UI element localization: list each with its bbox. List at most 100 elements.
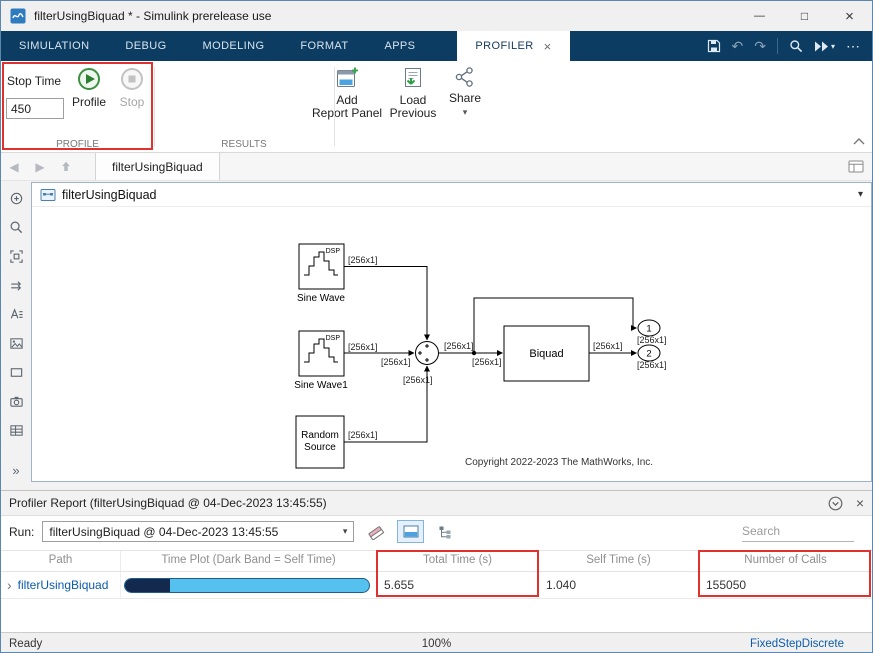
run-label: Run: (9, 525, 34, 539)
window-title: filterUsingBiquad * - Simulink prereleas… (34, 9, 271, 23)
block-sine-wave1[interactable]: DSP Sine Wave1 (294, 331, 348, 391)
document-tab[interactable]: filterUsingBiquad (95, 153, 220, 180)
block-biquad[interactable]: Biquad (504, 326, 589, 381)
ribbon: Stop Time Profile Stop PROFILE (1, 61, 872, 153)
svg-text:2: 2 (646, 349, 651, 360)
signal-wires[interactable] (344, 267, 637, 443)
block-label: Sine Wave1 (294, 380, 348, 391)
tab-format[interactable]: FORMAT (282, 31, 366, 61)
search-icon[interactable] (789, 39, 803, 53)
undo-icon[interactable]: ↶ (732, 39, 744, 53)
breadcrumb-model-name[interactable]: filterUsingBiquad (62, 188, 157, 202)
tab-profiler-label: PROFILER (475, 40, 533, 52)
fit-to-view-icon[interactable] (8, 248, 24, 264)
block-sum[interactable] (416, 342, 439, 365)
column-header-path[interactable]: Path (1, 551, 121, 571)
image-icon[interactable] (8, 335, 24, 351)
self-time-cell: 1.040 (539, 572, 699, 598)
expand-tree-button[interactable] (432, 520, 459, 543)
pan-icon[interactable]: ⇉ (8, 277, 24, 293)
collapse-panel-icon[interactable] (828, 496, 843, 511)
status-zoom-level: 100% (422, 638, 451, 650)
titlebar: filterUsingBiquad * - Simulink prereleas… (1, 1, 872, 31)
save-icon[interactable] (707, 39, 721, 53)
maximize-button[interactable]: □ (782, 1, 827, 31)
navigate-forward-button[interactable]: ▶ (27, 153, 53, 180)
block-outport-2[interactable]: 2 (638, 345, 660, 361)
tab-simulation[interactable]: SIMULATION (1, 31, 107, 61)
collapse-ribbon-icon[interactable] (853, 134, 865, 148)
row-expander-icon[interactable]: › (7, 578, 12, 592)
tab-debug[interactable]: DEBUG (107, 31, 184, 61)
svg-text:Biquad: Biquad (529, 348, 563, 360)
zoom-region-icon[interactable] (8, 190, 24, 206)
clear-results-button[interactable] (362, 520, 389, 543)
branch-point (472, 351, 476, 355)
add-report-panel-button[interactable]: AddReport Panel (315, 66, 379, 120)
svg-text:DSP: DSP (326, 248, 341, 255)
search-input[interactable] (742, 522, 854, 542)
copyright-annotation[interactable]: Copyright 2022-2023 The MathWorks, Inc. (465, 457, 653, 468)
status-solver-link[interactable]: FixedStepDiscrete (750, 638, 844, 650)
close-panel-icon[interactable]: × (856, 496, 864, 510)
column-header-number-of-calls[interactable]: Number of Calls (699, 551, 872, 571)
more-options-icon[interactable]: ⋯ (846, 39, 860, 53)
tab-close-icon[interactable]: × (544, 40, 552, 53)
breadcrumb-bar: filterUsingBiquad ▾ (32, 183, 871, 207)
load-previous-button[interactable]: LoadPrevious (383, 66, 443, 120)
shape-rect-icon[interactable] (8, 364, 24, 380)
share-dropdown-icon[interactable]: ▾ (463, 109, 468, 116)
table-icon[interactable] (8, 422, 24, 438)
dock-report-button[interactable] (397, 520, 424, 543)
breadcrumb-dropdown-icon[interactable]: ▾ (858, 189, 863, 200)
profile-section-title: PROFILE (1, 139, 154, 150)
column-header-self-time[interactable]: Self Time (s) (539, 551, 699, 571)
navigate-up-button[interactable] (53, 153, 79, 180)
tab-modeling[interactable]: MODELING (185, 31, 283, 61)
svg-text:[256x1]: [256x1] (381, 357, 411, 367)
share-button[interactable]: Share ▾ (445, 66, 485, 116)
column-header-total-time[interactable]: Total Time (s) (377, 551, 539, 571)
svg-text:[256x1]: [256x1] (348, 342, 378, 352)
annotation-icon[interactable] (8, 306, 24, 322)
zoom-icon[interactable] (8, 219, 24, 235)
share-label: Share (449, 92, 481, 105)
status-ready: Ready (9, 638, 42, 650)
profile-button[interactable]: Profile (65, 66, 113, 109)
svg-text:[256x1]: [256x1] (348, 255, 378, 265)
svg-text:DSP: DSP (326, 335, 341, 342)
ribbon-section-results: AddReport Panel LoadPrevious Share ▾ RES… (155, 61, 333, 152)
profiler-panel-title: Profiler Report (filterUsingBiquad @ 04-… (9, 496, 327, 510)
run-select[interactable]: filterUsingBiquad @ 04-Dec-2023 13:45:55… (42, 521, 354, 542)
path-link[interactable]: filterUsingBiquad (18, 578, 109, 592)
editor-layout-icon[interactable] (848, 153, 872, 180)
step-forward-icon[interactable]: ▾ (814, 40, 835, 53)
navigate-back-button[interactable]: ◀ (1, 153, 27, 180)
tab-apps[interactable]: APPS (366, 31, 433, 61)
chevron-down-icon[interactable]: ▾ (831, 42, 835, 51)
window-controls: — □ × (737, 1, 872, 31)
tab-profiler[interactable]: PROFILER × (457, 31, 569, 61)
block-outport-1[interactable]: 1 (638, 320, 660, 336)
simulink-logo-icon (10, 8, 26, 24)
block-random-source[interactable]: Random Source (296, 416, 344, 468)
close-button[interactable]: × (827, 1, 872, 31)
minimize-button[interactable]: — (737, 1, 782, 31)
column-header-time-plot[interactable]: Time Plot (Dark Band = Self Time) (121, 551, 377, 571)
svg-text:[256x1]: [256x1] (637, 335, 667, 345)
load-previous-icon (401, 66, 425, 90)
add-report-panel-icon (335, 66, 359, 90)
stop-icon (119, 66, 145, 92)
table-row: › filterUsingBiquad 5.655 1.040 155050 (1, 572, 872, 599)
time-plot-bar[interactable] (124, 578, 370, 593)
share-icon (454, 66, 476, 88)
redo-icon[interactable]: ↷ (754, 39, 766, 53)
more-tools-icon[interactable]: » (8, 462, 24, 478)
svg-text:Random: Random (301, 430, 339, 441)
stop-button[interactable]: Stop (113, 66, 151, 109)
profile-run-icon (76, 66, 102, 92)
block-sine-wave[interactable]: DSP Sine Wave (297, 244, 345, 304)
viewmark-camera-icon[interactable] (8, 393, 24, 409)
simulink-window: filterUsingBiquad * - Simulink prereleas… (0, 0, 873, 653)
stop-time-input[interactable] (6, 98, 64, 119)
